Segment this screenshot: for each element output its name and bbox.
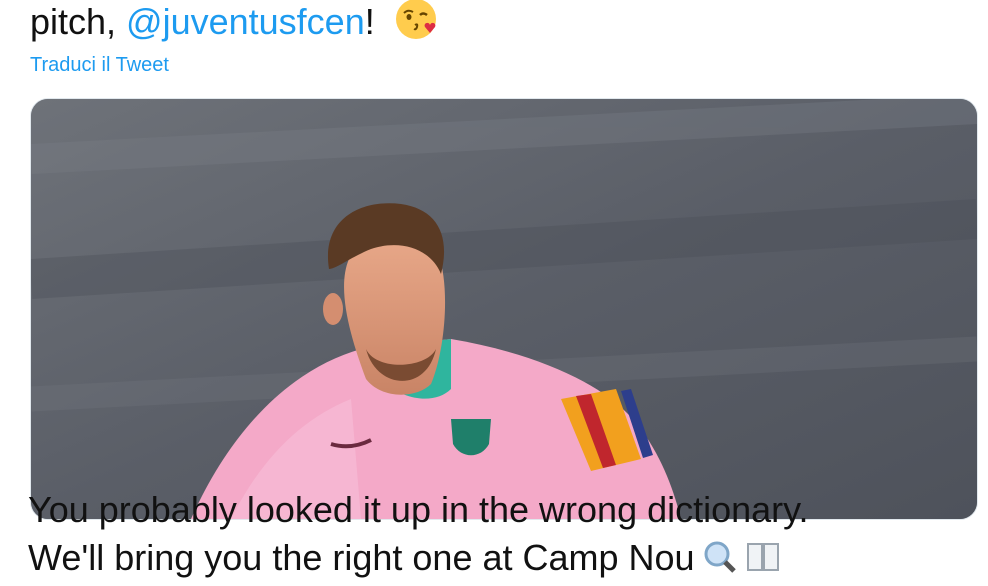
book-icon — [745, 538, 781, 586]
tweet-media-image[interactable] — [30, 98, 978, 520]
translate-tweet-link[interactable]: Traduci il Tweet — [30, 52, 169, 78]
tweet-text-line-2-text: We'll bring you the right one at Camp No… — [28, 537, 695, 578]
mention-link[interactable]: @juventusfcen — [126, 1, 365, 42]
tweet-text-suffix: ! — [364, 1, 375, 42]
tweet-text-line-2: We'll bring you the right one at Camp No… — [28, 534, 988, 586]
tweet-text-prefix: pitch, — [30, 1, 127, 42]
face-blowing-kiss-icon — [395, 0, 437, 40]
tweet-text-bottom: You probably looked it up in the wrong d… — [28, 486, 988, 586]
tweet-text-line-1: You probably looked it up in the wrong d… — [28, 489, 809, 530]
player-photo — [31, 99, 977, 519]
tweet-text-top: pitch, @juventusfcen! — [30, 0, 437, 48]
magnifying-glass-icon — [703, 538, 737, 586]
